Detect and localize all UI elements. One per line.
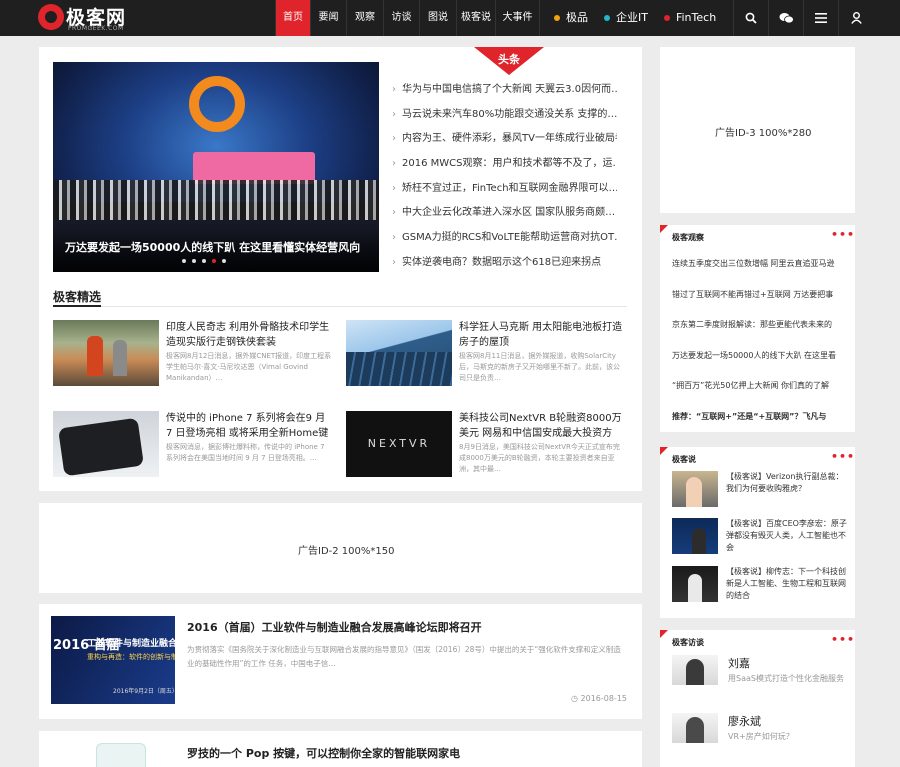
nav-observe[interactable]: 观察 [346,0,384,36]
nav-icons [733,0,873,36]
more-icon[interactable]: ••• [831,228,855,241]
pick-desc: 极客网8月11日消息，据外媒报道，收购SolarCity后，马斯克的新房子又开始… [459,352,620,382]
slider-caption[interactable]: 万达要发起一场50000人的线下趴 在这里看懂实体经营风向 [53,230,379,272]
slider-dots [182,259,226,263]
headline-link[interactable]: 实体逆袭电商？数据昭示这个618已迎来拐点 [392,251,617,276]
pick-thumbnail[interactable] [53,411,159,477]
site-logo[interactable]: 极客网 FROMGEEK.COM [38,3,130,33]
article-thumbnail[interactable]: 2016 首届 工业软件与制造业融合 重构与再造：软件的创新与制造 2016年9… [51,616,175,704]
ad-slot-2[interactable]: 广告ID-2 100%*150 [39,503,642,593]
pick-desc: 8月9日消息，美国科技公司NextVR今天正式宣布完成8000万美元的B轮融资，… [459,443,620,473]
list-item[interactable]: 【极客说】Verizon执行副总裁：我们为何要收购雅虎？ [672,471,848,511]
sidebar-watch-title: 极客观察 [672,233,704,242]
pick-title[interactable]: 印度人民奇志 利用外骨骼技术印学生造现实版行走钢铁侠套装 [166,320,333,350]
nav-home[interactable]: 首页 [275,0,311,36]
interview-name[interactable]: 刘嘉 [728,655,750,671]
menu-icon[interactable] [803,0,838,36]
dot-icon [604,15,610,21]
nav-pictures[interactable]: 图说 [419,0,457,36]
headline-link[interactable]: 2016 MWCS观察：用户和技术都等不及了，运… [392,152,617,177]
list-item[interactable]: 推荐：“互联网+”还是“+互联网”？飞凡与 [672,402,844,433]
more-icon[interactable]: ••• [831,450,855,463]
talk-thumbnail[interactable] [672,518,718,554]
divider [53,306,627,307]
dot-icon [663,15,670,21]
headline-link[interactable]: GSMA力挺的RCS和VoLTE能帮助运营商对抗OT… [392,226,617,251]
list-item[interactable]: 京东第二季度财报解读：那些更能代表未来的 [672,310,844,341]
list-item[interactable]: 错过了互联网不能再错过+互联网 万达要把事 [672,280,844,311]
pick-thumbnail[interactable]: NEXTVR [346,411,452,477]
nav-geek-talk[interactable]: 极客说 [456,0,496,36]
crowd-image [53,180,379,220]
pick-desc: 极客网消息，据彭博社爆料称，传说中的 iPhone 7 系列将会在美国当地时间 … [166,443,325,462]
pick-desc: 极客网8月12日消息，据外媒CNET报道，印度工程系学生帕马尔·喜文·马尼坎达恩… [166,352,332,382]
main-nav: 首页 要闻 观察 访谈 图说 极客说 大事件 极品 企业IT FinTech [275,0,724,36]
pick-title[interactable]: 传说中的 iPhone 7 系列将会在9 月 7 日登场亮相 或将采用全新Hom… [166,411,333,441]
list-item[interactable]: 连续五季度交出三位数增幅 阿里云直追亚马逊 [672,249,844,280]
slider-dot-active[interactable] [212,259,216,263]
ad-label: 广告ID-3 100%*280 [715,128,812,139]
pick-item[interactable]: 印度人民奇志 利用外骨骼技术印学生造现实版行走钢铁侠套装 极客网8月12日消息，… [53,320,333,388]
list-item[interactable]: 万达要发起一场50000人的线下大趴 在这里看 [672,341,844,372]
slider-dot[interactable] [182,259,186,263]
top-navbar: 极客网 FROMGEEK.COM 首页 要闻 观察 访谈 图说 极客说 大事件 … [0,0,900,36]
pick-item[interactable]: NEXTVR 美科技公司NextVR B轮融资8000万美元 网易和中信国安成最… [346,411,626,479]
slider-dot[interactable] [222,259,226,263]
picks-section-title: 极客精选 [53,290,102,304]
pick-thumbnail[interactable] [346,320,452,386]
headline-badge: 头条 [474,47,544,75]
interview-desc: VR+房产如何玩？ [728,732,794,741]
wechat-icon[interactable] [768,0,803,36]
headline-link[interactable]: 华为与中国电信搞了个大新闻 天翼云3.0因何而… [392,78,617,103]
dot-icon [554,15,560,21]
list-item[interactable]: 【极客说】百度CEO李彦宏：原子弹都没有毁灭人类，人工智能也不会 [672,518,848,558]
ad-label: 广告ID-2 100%*150 [298,546,395,557]
more-icon[interactable]: ••• [831,633,855,646]
headline-link[interactable]: 内容为王、硬件添彩，暴风TV一年练成行业破局者 [392,127,617,152]
pick-title[interactable]: 美科技公司NextVR B轮融资8000万美元 网易和中信国安成最大投资方 [459,411,626,441]
clock-icon: ◷ [571,694,578,703]
headline-list: 华为与中国电信搞了个大新闻 天翼云3.0因何而… 马云说未来汽车80%功能跟交通… [392,78,617,276]
logo-subtext: FROMGEEK.COM [68,25,124,32]
nav-channel-jipin[interactable]: 极品 [546,0,596,36]
interview-thumbnail[interactable] [672,713,718,743]
article-date: ◷ 2016-08-15 [571,694,628,703]
interview-name[interactable]: 廖永斌 [728,713,761,729]
article-title[interactable]: 罗技的一个 Pop 按键，可以控制你全家的智能联网家电 [187,745,460,761]
article-thumbnail[interactable] [96,743,146,767]
list-item[interactable]: 刘嘉 用SaaS模式打造个性化金融服务 [672,655,848,695]
interview-thumbnail[interactable] [672,655,718,685]
list-item[interactable]: 廖永斌 VR+房产如何玩？ [672,713,848,753]
article-title[interactable]: 2016（首届）工业软件与制造业融合发展高峰论坛即将召开 [187,619,482,635]
talk-thumbnail[interactable] [672,471,718,507]
list-item[interactable]: “拥百万”花光50亿押上大新闻 你们真的了解 [672,371,844,402]
sidebar-watch-list: 连续五季度交出三位数增幅 阿里云直追亚马逊 错过了互联网不能再错过+互联网 万达… [672,249,844,432]
slider-dot[interactable] [202,259,206,263]
headline-link[interactable]: 矫枉不宜过正，FinTech和互联网金融界限可以… [392,177,617,202]
interview-desc: 用SaaS模式打造个性化金融服务 [728,674,844,683]
stage-logo-image [189,76,245,132]
nav-channel-enterprise-it[interactable]: 企业IT [596,0,656,36]
talk-thumbnail[interactable] [672,566,718,602]
user-icon[interactable] [838,0,873,36]
nav-big-events[interactable]: 大事件 [495,0,540,36]
article-desc: 为贯彻落实《国务院关于深化制造业与互联网融合发展的指导意见》（国发〔2016〕2… [187,645,621,668]
pick-item[interactable]: 科学狂人马克斯 用太阳能电池板打造房子的屋顶 极客网8月11日消息，据外媒报道，… [346,320,626,388]
nav-news[interactable]: 要闻 [310,0,347,36]
pick-item[interactable]: 传说中的 iPhone 7 系列将会在9 月 7 日登场亮相 或将采用全新Hom… [53,411,333,479]
nextvr-logo: NEXTVR [367,437,431,450]
logo-mark-icon [38,4,64,30]
sidebar-talk-title: 极客说 [672,455,696,464]
headline-link[interactable]: 马云说未来汽车80%功能跟交通没关系 支撑的… [392,103,617,128]
headline-link[interactable]: 中大企业云化改革进入深水区 国家队服务商颇… [392,201,617,226]
nav-channel-fintech[interactable]: FinTech [656,0,724,36]
list-item[interactable]: 【极客说】柳传志：下一个科技创新是人工智能、生物工程和互联网的结合 [672,566,848,606]
nav-interview[interactable]: 访谈 [383,0,420,36]
search-icon[interactable] [733,0,768,36]
slider-dot[interactable] [192,259,196,263]
ad-slot-3[interactable]: 广告ID-3 100%*280 [660,47,855,213]
pick-thumbnail[interactable] [53,320,159,386]
pick-title[interactable]: 科学狂人马克斯 用太阳能电池板打造房子的屋顶 [459,320,626,350]
sidebar-interview-title: 极客访谈 [672,638,704,647]
